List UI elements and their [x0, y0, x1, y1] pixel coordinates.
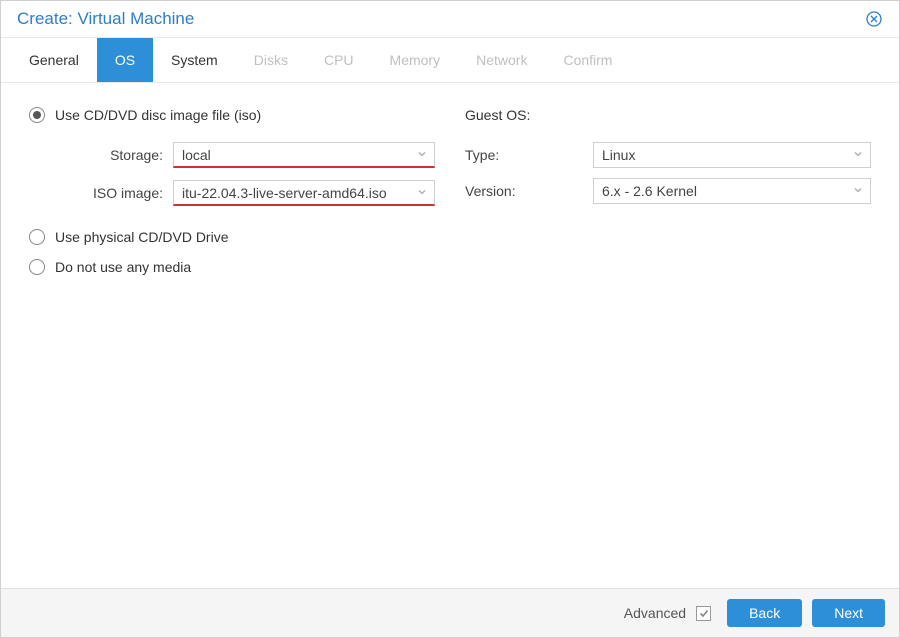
type-label: Type:: [465, 147, 583, 163]
storage-label: Storage:: [55, 147, 163, 163]
tab-os[interactable]: OS: [97, 38, 153, 82]
advanced-checkbox[interactable]: [696, 606, 711, 621]
iso-value: itu-22.04.3-live-server-amd64.iso: [182, 185, 387, 201]
iso-row: ISO image: itu-22.04.3-live-server-amd64…: [55, 175, 435, 211]
radio-no-media[interactable]: [29, 259, 45, 275]
dialog-header: Create: Virtual Machine: [1, 1, 899, 38]
tab-confirm: Confirm: [545, 38, 630, 82]
storage-row: Storage: local: [55, 137, 435, 173]
tab-network: Network: [458, 38, 545, 82]
guest-os-section: Guest OS: Type: Linux Version: 6.x - 2.6…: [465, 107, 871, 564]
iso-label: ISO image:: [55, 185, 163, 201]
version-row: Version: 6.x - 2.6 Kernel: [465, 173, 871, 209]
type-row: Type: Linux: [465, 137, 871, 173]
radio-use-iso-label: Use CD/DVD disc image file (iso): [55, 107, 261, 123]
tab-disks: Disks: [236, 38, 306, 82]
radio-use-iso[interactable]: [29, 107, 45, 123]
media-section: Use CD/DVD disc image file (iso) Storage…: [29, 107, 435, 564]
dialog-title: Create: Virtual Machine: [17, 9, 194, 29]
radio-row-physical[interactable]: Use physical CD/DVD Drive: [29, 229, 435, 245]
os-version-value: 6.x - 2.6 Kernel: [602, 183, 697, 199]
tab-cpu: CPU: [306, 38, 372, 82]
create-vm-dialog: Create: Virtual Machine General OS Syste…: [0, 0, 900, 638]
os-type-combo[interactable]: Linux: [593, 142, 871, 168]
check-icon: [698, 607, 710, 619]
iso-form-rows: Storage: local ISO image: itu-22.04.3-li…: [55, 137, 435, 211]
tab-memory: Memory: [372, 38, 459, 82]
advanced-label: Advanced: [624, 605, 686, 621]
storage-value: local: [182, 147, 211, 163]
close-button[interactable]: [865, 10, 883, 28]
radio-row-none[interactable]: Do not use any media: [29, 259, 435, 275]
guest-os-header: Guest OS:: [465, 107, 871, 123]
tab-general[interactable]: General: [11, 38, 97, 82]
radio-no-media-label: Do not use any media: [55, 259, 191, 275]
tab-system[interactable]: System: [153, 38, 236, 82]
radio-use-physical[interactable]: [29, 229, 45, 245]
chevron-down-icon: [852, 183, 864, 199]
radio-use-physical-label: Use physical CD/DVD Drive: [55, 229, 228, 245]
chevron-down-icon: [416, 185, 428, 201]
os-type-value: Linux: [602, 147, 635, 163]
wizard-tabs: General OS System Disks CPU Memory Netwo…: [1, 38, 899, 83]
dialog-content: Use CD/DVD disc image file (iso) Storage…: [1, 83, 899, 588]
dialog-footer: Advanced Back Next: [1, 588, 899, 637]
next-button[interactable]: Next: [812, 599, 885, 627]
close-icon: [866, 11, 882, 27]
os-version-combo[interactable]: 6.x - 2.6 Kernel: [593, 178, 871, 204]
radio-row-iso[interactable]: Use CD/DVD disc image file (iso): [29, 107, 435, 123]
chevron-down-icon: [852, 147, 864, 163]
back-button[interactable]: Back: [727, 599, 802, 627]
chevron-down-icon: [416, 147, 428, 163]
iso-image-combo[interactable]: itu-22.04.3-live-server-amd64.iso: [173, 180, 435, 206]
storage-combo[interactable]: local: [173, 142, 435, 168]
version-label: Version:: [465, 183, 583, 199]
